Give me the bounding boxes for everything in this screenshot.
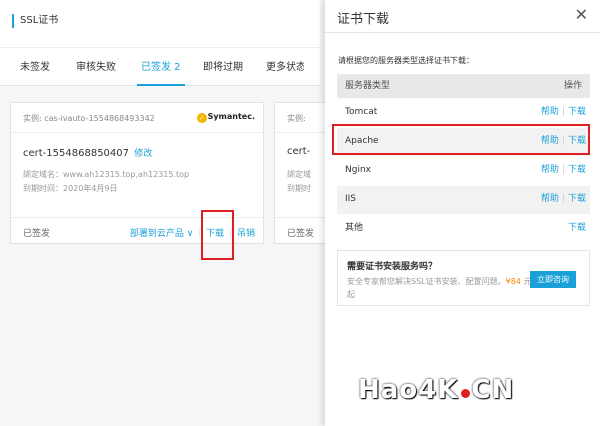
- card-actions: 部署到云产品 ∨ | 下载 | 吊销: [130, 226, 255, 239]
- status-tabs: 未签发 审核失败 已签发 2 即将过期 更多状态: [0, 48, 320, 86]
- watermark-right: CN: [471, 375, 515, 405]
- revoke-link[interactable]: 吊销: [237, 229, 255, 239]
- status-badge: 已签发: [23, 229, 51, 239]
- instance-id: 实例:: [287, 114, 306, 123]
- certificate-name: cert-: [287, 146, 311, 157]
- highlight-apache-row: [332, 124, 590, 155]
- actions-cell: 下载: [568, 215, 586, 242]
- server-type-cell: Nginx: [345, 165, 371, 175]
- drawer-title: 证书下载: [337, 12, 390, 27]
- actions-cell: 帮助 | 下载: [541, 186, 586, 213]
- close-icon[interactable]: ✕: [575, 5, 588, 24]
- page-title: SSL证书: [12, 14, 58, 28]
- service-price: ¥84: [505, 277, 521, 286]
- chevron-down-icon[interactable]: ∨: [187, 229, 194, 239]
- symantec-logo: ✓ Symantec.: [196, 112, 255, 123]
- help-link[interactable]: 帮助: [541, 107, 559, 117]
- actions-cell: 帮助 | 下载: [541, 99, 586, 126]
- download-link[interactable]: 下载: [568, 165, 586, 175]
- divider: |: [561, 194, 565, 204]
- column-header-actions: 操作: [563, 81, 582, 91]
- expire-date: 到期时: [287, 184, 311, 193]
- expire-date: 到期时间：2020年4月9日: [23, 184, 118, 193]
- server-type-table: 服务器类型 操作 Tomcat 帮助 | 下载 Apache 帮助 | 下载 Nginx…: [337, 74, 590, 244]
- table-row: IIS 帮助 | 下载: [337, 186, 590, 215]
- tab-more-status[interactable]: 更多状态: [266, 48, 304, 86]
- certificate-download-drawer: 证书下载 ✕ 请根据您的服务器类型选择证书下载： 服务器类型 操作 Tomcat…: [325, 0, 600, 426]
- bound-domains: 绑定域名：www.ah12315.top,ah12315.top: [23, 170, 190, 179]
- download-link[interactable]: 下载: [568, 223, 586, 233]
- help-link[interactable]: 帮助: [541, 194, 559, 204]
- table-header: 服务器类型 操作: [337, 74, 590, 99]
- tab-unissued[interactable]: 未签发: [20, 48, 50, 86]
- column-header-server-type: 服务器类型: [345, 81, 391, 91]
- deploy-link[interactable]: 部署到云产品: [130, 229, 184, 239]
- bound-domains: 绑定域: [287, 170, 311, 179]
- check-icon: ✓: [196, 113, 207, 123]
- table-row: Nginx 帮助 | 下载: [337, 157, 590, 186]
- watermark-dot: [461, 389, 471, 398]
- highlight-download-box: [201, 210, 234, 260]
- server-type-cell: IIS: [345, 194, 357, 204]
- tab-review-failed[interactable]: 审核失败: [76, 48, 116, 86]
- server-type-cell: Tomcat: [345, 107, 378, 117]
- drawer-description: 请根据您的服务器类型选择证书下载：: [338, 56, 474, 65]
- service-desc-text: 安全专家帮您解决SSL证书安装、配置问题。: [347, 277, 506, 286]
- actions-cell: 帮助 | 下载: [541, 157, 586, 184]
- download-link[interactable]: 下载: [568, 107, 586, 117]
- service-description: 安全专家帮您解决SSL证书安装、配置问题。¥84 元起: [347, 275, 533, 301]
- consult-now-button[interactable]: 立即咨询: [530, 271, 576, 288]
- help-link[interactable]: 帮助: [541, 165, 559, 175]
- divider: |: [561, 165, 565, 175]
- instance-id: 实例: cas-ivauto-1554868493342: [23, 114, 155, 123]
- status-badge: 已签发: [287, 229, 315, 239]
- tab-expiring[interactable]: 即将过期: [203, 48, 243, 86]
- certificate-name-text: cert-1554868850407: [23, 148, 130, 159]
- watermark-left: Hao4K: [358, 375, 459, 405]
- divider: |: [561, 107, 565, 117]
- download-link[interactable]: 下载: [568, 194, 586, 204]
- divider: [325, 32, 600, 33]
- edit-link[interactable]: 修改: [134, 149, 152, 159]
- table-row: 其他 下载: [337, 215, 590, 244]
- server-type-cell: 其他: [345, 223, 364, 233]
- watermark: Hao4K CN: [358, 375, 514, 405]
- install-service-box: 需要证书安装服务吗？ 安全专家帮您解决SSL证书安装、配置问题。¥84 元起 立…: [337, 250, 590, 306]
- certificate-name: cert-1554868850407 修改: [23, 146, 152, 159]
- page-header: SSL证书: [0, 0, 320, 48]
- tab-issued[interactable]: 已签发 2: [137, 48, 185, 86]
- card-header: 实例: cas-ivauto-1554868493342 ✓ Symantec.: [11, 103, 263, 133]
- brand-name: Symantec.: [207, 112, 255, 121]
- service-title: 需要证书安装服务吗？: [347, 262, 438, 272]
